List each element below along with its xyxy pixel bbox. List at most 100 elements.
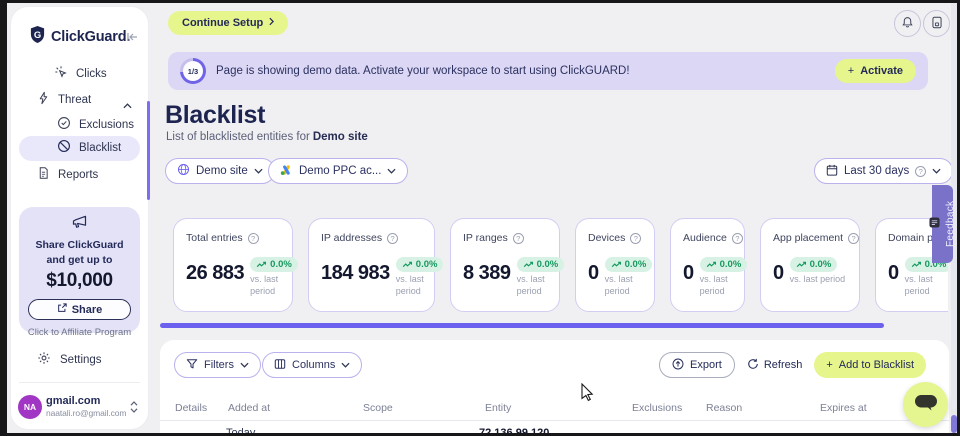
column-header-expires-at[interactable]: Expires at <box>820 402 867 414</box>
column-header-reason[interactable]: Reason <box>706 402 742 414</box>
plus-icon: + <box>826 359 832 371</box>
continue-setup-button[interactable]: Continue Setup <box>168 11 288 35</box>
refresh-button[interactable]: Refresh <box>747 358 803 373</box>
stat-vs-label: vs. last period <box>790 274 846 286</box>
column-header-scope[interactable]: Scope <box>363 402 393 414</box>
stat-card-total-entries: Total entries? 26 883 0.0% vs. last peri… <box>173 218 293 312</box>
stat-value: 0 <box>588 263 599 283</box>
stat-card-audience: Audience? 0 0.0% vs. last period <box>670 218 745 312</box>
trend-up-icon <box>796 261 807 268</box>
share-button[interactable]: Share <box>28 299 131 320</box>
feedback-icon <box>929 215 940 233</box>
help-icon[interactable]: ? <box>915 166 926 177</box>
page-subtitle-text: List of blacklisted entities for <box>166 131 310 143</box>
add-to-blacklist-button[interactable]: + Add to Blacklist <box>814 352 926 378</box>
avatar[interactable]: NA <box>18 395 42 419</box>
horizontal-scrollbar[interactable] <box>160 323 884 328</box>
help-icon[interactable]: ? <box>387 233 398 244</box>
stat-change: 0.0% <box>810 259 832 270</box>
feedback-tab[interactable]: Feedback <box>932 185 953 263</box>
date-range-selector[interactable]: Last 30 days ? <box>814 158 953 184</box>
help-icon[interactable]: ? <box>248 233 259 244</box>
settings-label: Settings <box>60 354 102 366</box>
refresh-button-label: Refresh <box>764 359 803 371</box>
stat-label: Audience <box>683 232 727 244</box>
stat-card-ip-addresses: IP addresses? 184 983 0.0% vs. last peri… <box>308 218 435 312</box>
chevron-down-icon <box>341 359 350 371</box>
help-icon[interactable]: ? <box>513 233 524 244</box>
sidebar-item-settings[interactable]: Settings <box>37 351 102 368</box>
continue-setup-label: Continue Setup <box>182 17 263 29</box>
ppc-account-selector[interactable]: Demo PPC ac... <box>268 158 408 184</box>
share-button-label: Share <box>72 304 103 316</box>
help-icon[interactable]: ? <box>630 233 641 244</box>
globe-icon <box>177 163 190 179</box>
export-button-label: Export <box>690 359 722 371</box>
trend-up-icon <box>523 261 534 268</box>
page-subtitle: List of blacklisted entities forDemo sit… <box>166 131 368 143</box>
column-header-details[interactable]: Details <box>175 402 207 414</box>
columns-icon <box>274 358 286 373</box>
chevron-down-icon <box>932 165 941 177</box>
funnel-icon <box>186 358 198 373</box>
stat-value: 26 883 <box>186 263 244 283</box>
mouse-cursor <box>581 383 594 407</box>
column-header-entity[interactable]: Entity <box>485 402 511 414</box>
sidebar-item-clicks[interactable]: Clicks <box>54 65 107 82</box>
stat-label: IP ranges <box>463 232 508 244</box>
sidebar-item-label: Clicks <box>76 68 107 80</box>
affiliate-link-label[interactable]: Click to Affiliate Program <box>19 327 140 338</box>
export-button[interactable]: Export <box>659 352 735 378</box>
export-icon <box>672 358 684 373</box>
notifications-button[interactable] <box>894 10 921 37</box>
columns-button[interactable]: Columns <box>262 352 362 378</box>
google-ads-icon <box>280 164 293 179</box>
sidebar-item-reports[interactable]: Reports <box>37 166 98 183</box>
site-selector[interactable]: Demo site <box>165 158 275 184</box>
book-icon <box>931 16 943 32</box>
column-header-added-at[interactable]: Added at <box>228 402 270 414</box>
column-header-exclusions[interactable]: Exclusions <box>632 402 682 414</box>
stat-label: Devices <box>588 232 625 244</box>
stat-vs-label: vs. last period <box>250 274 298 297</box>
window-edge-top <box>0 0 960 3</box>
feedback-label: Feedback <box>945 201 956 247</box>
sidebar-scrollbar[interactable] <box>147 101 150 200</box>
activate-button[interactable]: + Activate <box>835 59 916 83</box>
chat-bubble-icon <box>913 392 939 417</box>
sidebar-collapse-icon[interactable] <box>127 29 139 47</box>
reports-icon <box>37 166 50 183</box>
knowledge-base-button[interactable] <box>923 10 950 37</box>
chat-launcher-button[interactable] <box>903 382 948 427</box>
affiliate-promo-card[interactable]: Share ClickGuard and get up to $10,000 S… <box>19 207 140 333</box>
sidebar-item-threat[interactable]: Threat <box>37 91 91 108</box>
page-title: Blacklist <box>165 101 265 130</box>
demo-data-banner: 1/3 Page is showing demo data. Activate … <box>168 52 928 90</box>
stat-value: 8 389 <box>463 263 511 283</box>
stat-change: 0.0% <box>416 259 438 270</box>
window-edge-left <box>0 0 7 436</box>
filters-button[interactable]: Filters <box>174 352 261 378</box>
workspace-switcher-icon[interactable] <box>130 400 138 418</box>
sidebar-item-label: Exclusions <box>79 119 134 131</box>
plus-icon: + <box>848 65 854 77</box>
stat-card-app-placement: App placement? 0 0.0% vs. last period <box>760 218 860 312</box>
help-icon[interactable]: ? <box>848 233 859 244</box>
stat-change: 0.0% <box>625 259 647 270</box>
calendar-icon <box>826 164 838 179</box>
user-email: naatali.ro@gmail.com <box>46 408 126 418</box>
chevron-up-icon[interactable] <box>123 96 132 114</box>
sidebar-item-exclusions[interactable]: Exclusions <box>57 116 134 133</box>
sidebar-item-label: Blacklist <box>79 142 121 154</box>
sidebar-item-label: Threat <box>58 94 91 106</box>
divider <box>160 420 949 421</box>
setup-progress-value: 1/3 <box>183 61 203 81</box>
stat-change: 0.0% <box>270 259 292 270</box>
chevron-down-icon <box>387 165 396 177</box>
brand-logo[interactable]: G ClickGuard. <box>29 25 130 49</box>
stat-value: 0 <box>773 263 784 283</box>
banner-message: Page is showing demo data. Activate your… <box>216 65 630 77</box>
help-icon[interactable]: ? <box>732 233 743 244</box>
filters-button-label: Filters <box>204 359 234 371</box>
sidebar-item-blacklist[interactable]: Blacklist <box>57 139 121 156</box>
